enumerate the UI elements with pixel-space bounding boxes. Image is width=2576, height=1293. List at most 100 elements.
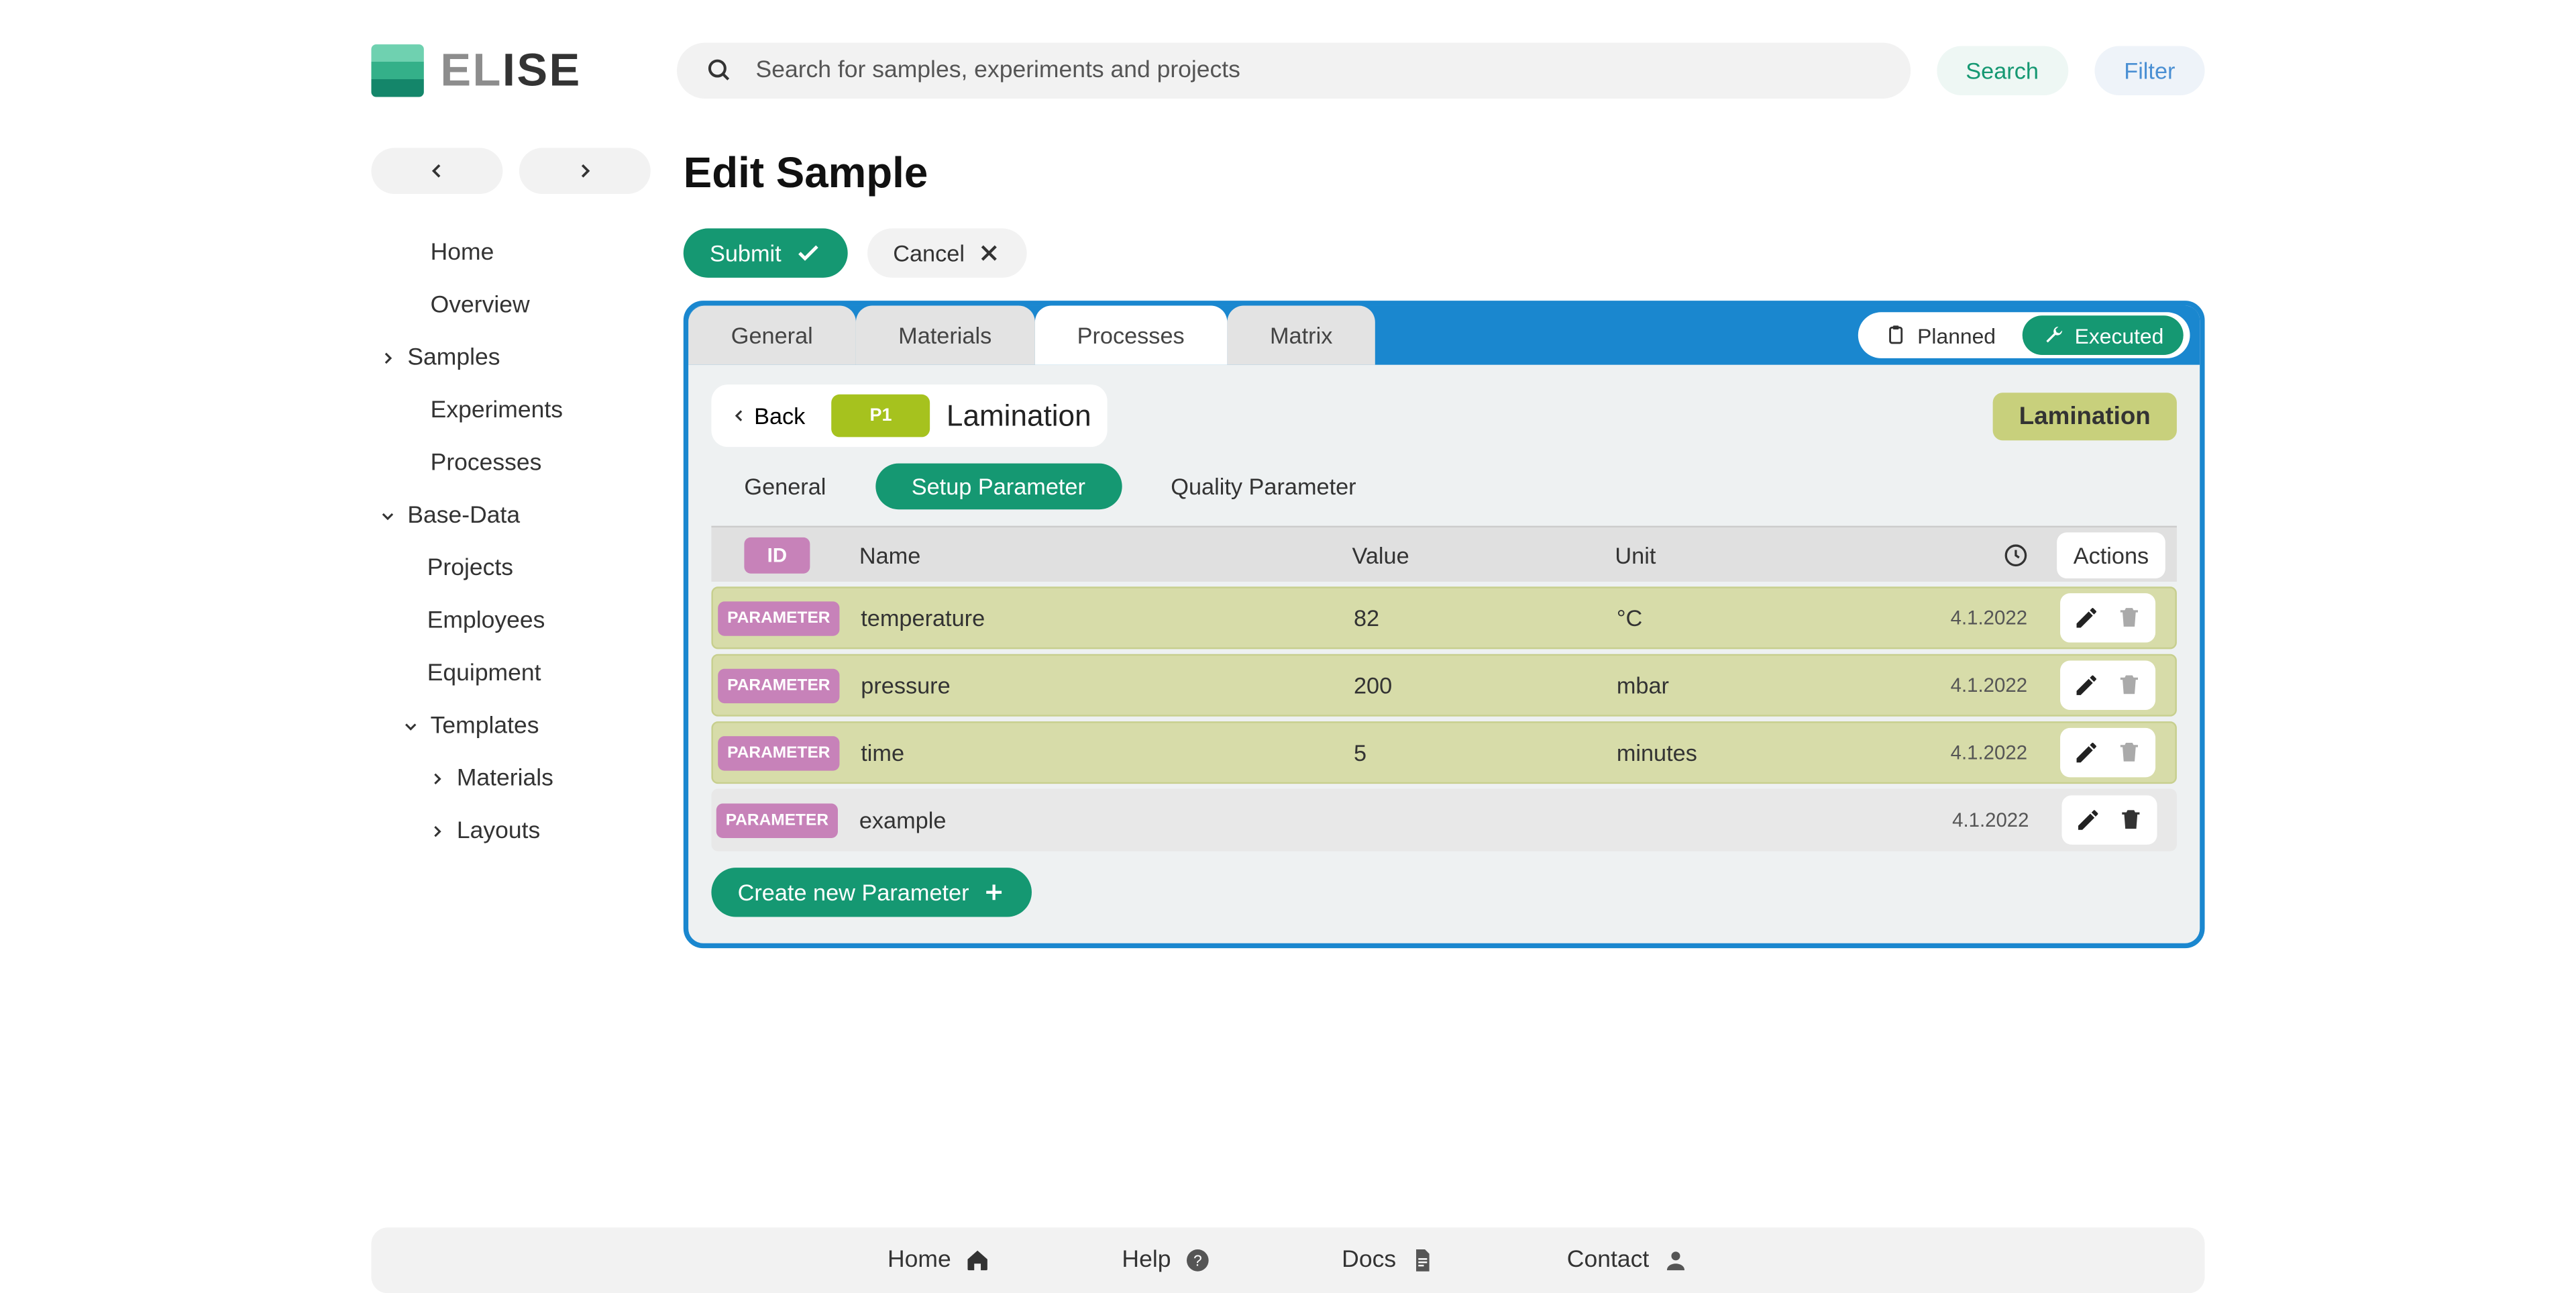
delete-icon[interactable] <box>2115 739 2141 766</box>
footer-docs-label: Docs <box>1342 1247 1396 1274</box>
logo-text: ELISE <box>440 44 581 97</box>
cell-unit: minutes <box>1600 739 1896 766</box>
sidebar-item-label: Materials <box>457 766 553 792</box>
nav-back-button[interactable] <box>371 148 502 194</box>
parameter-badge: PARAMETER <box>716 803 839 837</box>
sidebar-item-projects[interactable]: Projects <box>371 542 683 594</box>
toggle-executed[interactable]: Executed <box>2022 315 2183 355</box>
toggle-planned-label: Planned <box>1917 323 1996 348</box>
footer-help-label: Help <box>1122 1247 1171 1274</box>
parameter-badge: PARAMETER <box>717 735 840 770</box>
chevron-left-icon <box>731 407 747 423</box>
cancel-button[interactable]: Cancel <box>867 228 1027 277</box>
process-header: Back P1 Lamination <box>711 384 1108 447</box>
plus-icon <box>982 881 1005 904</box>
check-icon <box>794 240 820 266</box>
cell-value: 82 <box>1337 605 1600 631</box>
search-icon <box>706 58 733 84</box>
submit-label: Submit <box>710 240 782 266</box>
status-toggle: Planned Executed <box>1858 312 2190 358</box>
chevron-down-icon <box>378 508 397 524</box>
nav-forward-button[interactable] <box>519 148 651 194</box>
create-parameter-button[interactable]: Create new Parameter <box>711 868 1031 917</box>
col-name: Name <box>843 541 1336 568</box>
chevron-right-icon <box>427 771 447 787</box>
tab-materials[interactable]: Materials <box>855 306 1034 365</box>
col-timestamp <box>1898 541 2045 568</box>
sidebar-item-label: Base-Data <box>407 503 520 529</box>
col-value: Value <box>1336 541 1599 568</box>
tab-general[interactable]: General <box>688 306 855 365</box>
sidebar-item-templates[interactable]: Templates <box>371 700 683 752</box>
edit-icon[interactable] <box>2072 739 2098 766</box>
footer-contact[interactable]: Contact <box>1567 1247 1688 1274</box>
sidebar-item-overview[interactable]: Overview <box>371 279 683 331</box>
col-id: ID <box>744 537 810 573</box>
table-row: PARAMETERtime5minutes4.1.2022 <box>711 721 2177 784</box>
wrench-icon <box>2042 323 2065 346</box>
toggle-planned[interactable]: Planned <box>1865 315 2016 355</box>
toggle-executed-label: Executed <box>2075 323 2164 348</box>
parameter-badge: PARAMETER <box>717 668 840 703</box>
col-unit: Unit <box>1599 541 1898 568</box>
back-label: Back <box>754 403 805 429</box>
clipboard-icon <box>1884 323 1907 346</box>
clock-icon <box>2002 541 2029 568</box>
cancel-label: Cancel <box>893 240 965 266</box>
subtab-quality[interactable]: Quality Parameter <box>1171 464 1356 510</box>
sidebar-item-label: Employees <box>427 608 545 634</box>
parameter-table: ID Name Value Unit Actions PARAMETER temp… <box>711 526 2177 851</box>
cell-value: 5 <box>1337 739 1600 766</box>
edit-icon[interactable] <box>2072 672 2098 699</box>
cell-name: temperature <box>845 605 1338 631</box>
footer: Home Help ? Docs Contact <box>371 1227 2204 1293</box>
sample-panel: General Materials Processes Matrix Plann… <box>684 301 2205 948</box>
chevron-right-icon <box>378 350 397 366</box>
sidebar-item-layouts[interactable]: Layouts <box>371 805 683 858</box>
logo-part2: ISE <box>502 44 582 95</box>
cell-unit: °C <box>1600 605 1896 631</box>
sidebar-item-equipment[interactable]: Equipment <box>371 648 683 700</box>
sidebar-item-employees[interactable]: Employees <box>371 595 683 648</box>
back-button[interactable]: Back <box>721 403 815 429</box>
search-button[interactable]: Search <box>1936 46 2068 95</box>
cell-timestamp: 4.1.2022 <box>1896 674 2043 696</box>
edit-icon[interactable] <box>2072 605 2098 631</box>
sidebar-item-label: Layouts <box>457 819 540 845</box>
subtab-setup[interactable]: Setup Parameter <box>875 464 1122 510</box>
table-header: ID Name Value Unit Actions <box>711 526 2177 582</box>
sidebar-item-experiments[interactable]: Experiments <box>371 384 683 437</box>
subtab-general[interactable]: General <box>744 464 826 510</box>
process-type-chip: Lamination <box>1993 392 2177 439</box>
sidebar-item-materials[interactable]: Materials <box>371 753 683 805</box>
delete-icon[interactable] <box>2115 672 2141 699</box>
tab-processes[interactable]: Processes <box>1034 306 1227 365</box>
sidebar-item-home[interactable]: Home <box>371 227 683 279</box>
footer-docs[interactable]: Docs <box>1342 1247 1436 1274</box>
logo-part1: EL <box>440 44 502 95</box>
cell-name: time <box>845 739 1338 766</box>
cell-timestamp: 4.1.2022 <box>1896 607 2043 629</box>
cell-value: 200 <box>1337 672 1600 699</box>
cell-timestamp: 4.1.2022 <box>1898 809 2045 831</box>
submit-button[interactable]: Submit <box>684 228 847 277</box>
sidebar-item-basedata[interactable]: Base-Data <box>371 490 683 542</box>
tab-matrix[interactable]: Matrix <box>1227 306 1375 365</box>
sidebar-item-samples[interactable]: Samples <box>371 332 683 384</box>
footer-home[interactable]: Home <box>888 1247 991 1274</box>
edit-icon[interactable] <box>2074 807 2100 833</box>
cell-unit: mbar <box>1600 672 1896 699</box>
search-input[interactable] <box>756 58 1880 84</box>
sidebar-item-label: Samples <box>407 345 500 371</box>
chevron-right-icon <box>427 823 447 839</box>
filter-button[interactable]: Filter <box>2094 46 2204 95</box>
search-bar[interactable] <box>677 43 1910 99</box>
home-icon <box>964 1247 990 1274</box>
table-row: PARAMETERpressure200mbar4.1.2022 <box>711 654 2177 717</box>
table-row: PARAMETERexample4.1.2022 <box>711 789 2177 851</box>
delete-icon[interactable] <box>2117 807 2143 833</box>
sidebar-item-processes[interactable]: Processes <box>371 437 683 489</box>
footer-help[interactable]: Help ? <box>1122 1247 1210 1274</box>
delete-icon[interactable] <box>2115 605 2141 631</box>
create-parameter-label: Create new Parameter <box>738 879 969 905</box>
